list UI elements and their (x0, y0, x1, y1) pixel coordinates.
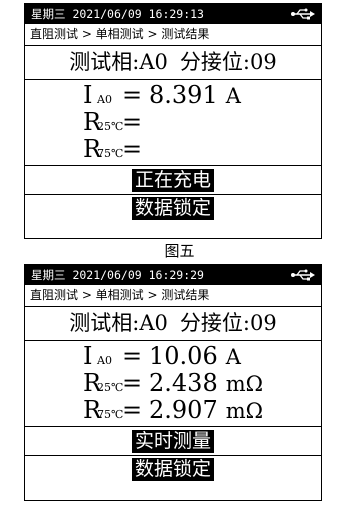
breadcrumb: 直阻测试 > 单相测试 > 测试结果 (25, 285, 321, 307)
r75-row: R75℃= 2.907 mΩ (25, 397, 321, 424)
usb-icon (291, 8, 315, 20)
current-symbol: I (83, 342, 93, 370)
current-unit: A (225, 84, 241, 108)
r75-subscript: 75℃ (97, 408, 124, 421)
data-lock-button[interactable]: 数据锁定 (131, 197, 214, 220)
equals-sign: = (121, 81, 143, 109)
equals-sign: = (121, 135, 143, 163)
r75-subscript: 75℃ (97, 147, 124, 160)
equals-sign: = (121, 396, 143, 424)
r25-value: 2.438 (149, 369, 218, 397)
current-unit: A (225, 345, 241, 369)
phase-label: 测试相:A0 (69, 50, 168, 74)
r75-value: 2.907 (149, 396, 218, 424)
lock-row: 数据锁定 (25, 194, 321, 222)
status-bar: 星期三 2021/06/09 16:29:29 (25, 265, 321, 285)
measurement-values: I A0 = 10.06 A R25℃= 2.438 mΩ R75℃= 2.907 mΩ (25, 341, 321, 427)
datetime-label: 2021/06/09 16:29:29 (72, 268, 204, 282)
status-row: 正在充电 (25, 166, 321, 194)
status-row: 实时测量 (25, 427, 321, 455)
r25-row: R25℃= 2.438 mΩ (25, 370, 321, 397)
current-row: I A0 = 10.06 A (25, 343, 321, 370)
lock-row: 数据锁定 (25, 455, 321, 483)
equals-sign: = (121, 108, 143, 136)
usb-icon (291, 269, 315, 281)
charging-button[interactable]: 正在充电 (131, 168, 214, 192)
r25-unit: mΩ (225, 372, 264, 396)
weekday-label: 星期三 (31, 268, 66, 282)
device-screen-1: 星期三 2021/06/09 16:29:13 直阻测试 > 单相测试 > 测试… (24, 3, 322, 239)
device-screen-2: 星期三 2021/06/09 16:29:29 直阻测试 > 单相测试 > 测试… (24, 264, 322, 501)
status-bar: 星期三 2021/06/09 16:29:13 (25, 4, 321, 24)
realtime-measure-button[interactable]: 实时测量 (131, 429, 214, 453)
r75-row: R75℃= (25, 136, 321, 163)
data-lock-button[interactable]: 数据锁定 (131, 458, 214, 481)
phase-tap-row: 测试相:A0 分接位:09 (25, 307, 321, 341)
equals-sign: = (121, 369, 143, 397)
r75-symbol: R (83, 135, 102, 163)
current-row: I A0 = 8.391 A (25, 82, 321, 109)
phase-label: 测试相:A0 (69, 311, 168, 335)
r25-symbol: R (83, 369, 102, 397)
weekday-label: 星期三 (31, 7, 66, 21)
r75-symbol: R (83, 396, 102, 424)
current-symbol: I (83, 81, 93, 109)
current-value: 10.06 (149, 342, 218, 370)
phase-tap-row: 测试相:A0 分接位:09 (25, 46, 321, 80)
figure-caption: 图五 (164, 242, 195, 260)
datetime-label: 2021/06/09 16:29:13 (72, 7, 204, 21)
tap-label: 分接位:09 (179, 50, 277, 74)
breadcrumb: 直阻测试 > 单相测试 > 测试结果 (25, 24, 321, 46)
r25-row: R25℃= (25, 109, 321, 136)
r75-unit: mΩ (225, 399, 264, 423)
measurement-values: I A0 = 8.391 A R25℃= R75℃= (25, 80, 321, 166)
equals-sign: = (121, 342, 143, 370)
current-value: 8.391 (149, 81, 218, 109)
tap-label: 分接位:09 (179, 311, 277, 335)
r25-symbol: R (83, 108, 102, 136)
